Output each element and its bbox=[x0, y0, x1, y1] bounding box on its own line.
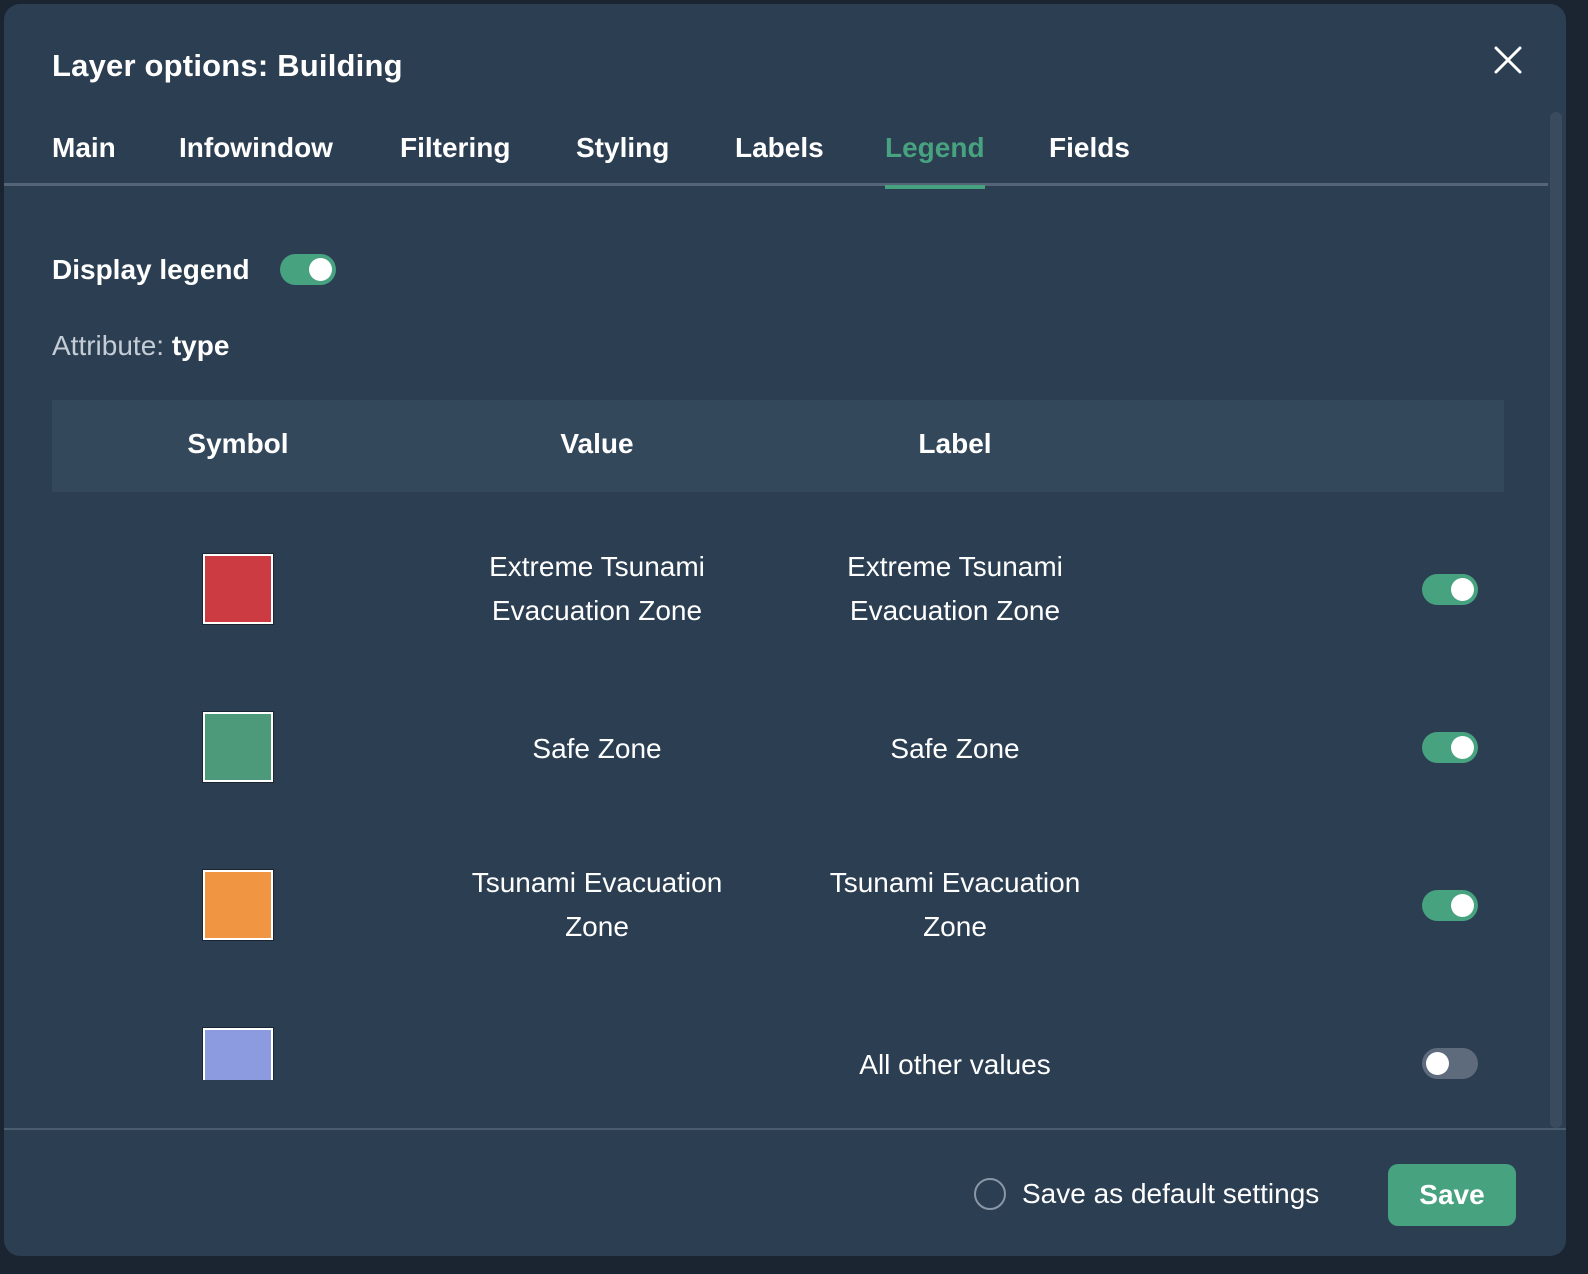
save-default-label[interactable]: Save as default settings bbox=[1022, 1178, 1319, 1210]
save-default-checkbox[interactable] bbox=[974, 1178, 1006, 1210]
value-cell: Safe Zone bbox=[532, 733, 662, 764]
tab-fields[interactable]: Fields bbox=[1049, 132, 1130, 186]
table-row: Safe Zone Safe Zone bbox=[52, 650, 1504, 808]
attribute-line: Attribute: type bbox=[52, 330, 229, 362]
label-cell: Extreme Tsunami Evacuation Zone bbox=[847, 551, 1063, 626]
label-cell: Safe Zone bbox=[890, 733, 1020, 764]
dialog-title: Layer options: Building bbox=[52, 48, 403, 83]
column-header-value: Value bbox=[560, 428, 634, 459]
row-visibility-toggle[interactable] bbox=[1422, 574, 1478, 605]
tab-bar: Main Infowindow Filtering Styling Labels… bbox=[4, 116, 1548, 189]
display-legend-label: Display legend bbox=[52, 254, 250, 285]
tab-main[interactable]: Main bbox=[52, 132, 116, 186]
toggle-knob bbox=[1426, 1052, 1449, 1075]
attribute-value: type bbox=[171, 330, 230, 361]
layer-options-dialog: Layer options: Building Main Infowindow … bbox=[4, 4, 1566, 1256]
table-row: All other values bbox=[52, 966, 1504, 1080]
color-swatch[interactable] bbox=[202, 869, 274, 941]
legend-table-body: Extreme Tsunami Evacuation Zone Extreme … bbox=[52, 492, 1504, 1080]
value-cell: Extreme Tsunami Evacuation Zone bbox=[489, 551, 705, 626]
row-visibility-toggle[interactable] bbox=[1422, 890, 1478, 921]
toggle-knob bbox=[309, 258, 332, 281]
label-cell: All other values bbox=[859, 1049, 1051, 1080]
save-button[interactable]: Save bbox=[1388, 1164, 1516, 1226]
toggle-knob bbox=[1451, 578, 1474, 601]
display-legend-toggle[interactable] bbox=[280, 254, 336, 285]
toggle-knob bbox=[1451, 894, 1474, 917]
tab-legend[interactable]: Legend bbox=[885, 132, 985, 189]
color-swatch[interactable] bbox=[202, 711, 274, 783]
tab-labels[interactable]: Labels bbox=[735, 132, 824, 186]
tab-styling[interactable]: Styling bbox=[576, 132, 669, 186]
color-swatch[interactable] bbox=[202, 553, 274, 625]
tab-filtering[interactable]: Filtering bbox=[400, 132, 510, 186]
toggle-knob bbox=[1451, 736, 1474, 759]
dialog-footer: Save as default settings Save bbox=[4, 1128, 1566, 1256]
row-visibility-toggle[interactable] bbox=[1422, 1048, 1478, 1079]
value-cell: Tsunami Evacuation Zone bbox=[471, 867, 723, 942]
table-row: Extreme Tsunami Evacuation Zone Extreme … bbox=[52, 492, 1504, 650]
tab-infowindow[interactable]: Infowindow bbox=[179, 132, 333, 186]
scrollbar[interactable] bbox=[1550, 112, 1562, 1128]
close-icon[interactable] bbox=[1488, 40, 1528, 80]
column-header-symbol: Symbol bbox=[187, 428, 289, 459]
table-row: Tsunami Evacuation Zone Tsunami Evacuati… bbox=[52, 808, 1504, 966]
label-cell: Tsunami Evacuation Zone bbox=[829, 867, 1081, 942]
row-visibility-toggle[interactable] bbox=[1422, 732, 1478, 763]
color-swatch[interactable] bbox=[202, 1027, 274, 1080]
legend-table-header: Symbol Value Label bbox=[52, 400, 1504, 492]
attribute-prefix: Attribute: bbox=[52, 330, 165, 361]
column-header-label: Label bbox=[918, 428, 992, 459]
